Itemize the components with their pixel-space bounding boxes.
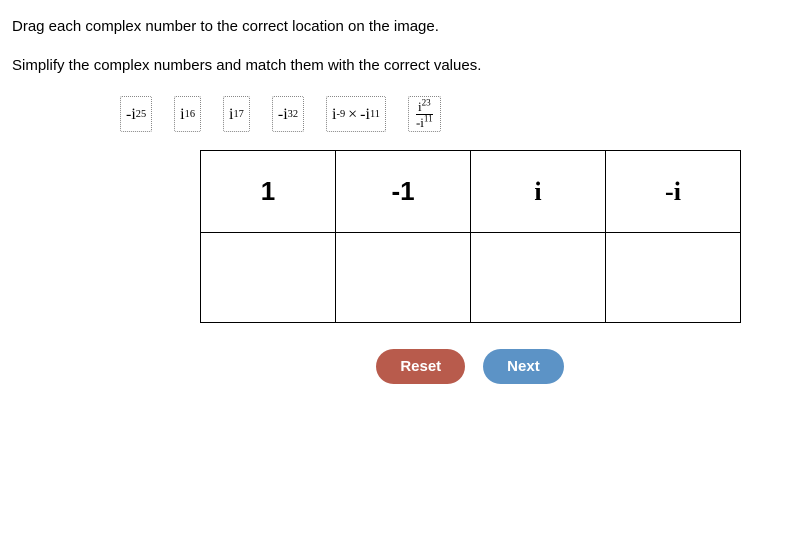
reset-button[interactable]: Reset (376, 349, 465, 384)
token-op: × (345, 107, 360, 123)
frac-num-exp: 23 (422, 98, 431, 108)
grid-header-neg1: -1 (336, 151, 471, 233)
token-b-base: -i (360, 107, 370, 123)
draggable-tokens-row: -i25 i16 i17 -i32 i-9 × -i11 i23 -i11 (120, 96, 788, 132)
drop-cell-neg1[interactable] (336, 233, 471, 323)
drop-cell-i[interactable] (471, 233, 606, 323)
grid-header-i: i (471, 151, 606, 233)
next-button[interactable]: Next (483, 349, 564, 384)
token-base: -i (278, 107, 288, 123)
token-neg-i-32[interactable]: -i32 (272, 96, 304, 132)
frac-den-base: -i (416, 115, 424, 130)
drop-cell-1[interactable] (201, 233, 336, 323)
grid-header-1: 1 (201, 151, 336, 233)
drop-cell-neg-i[interactable] (606, 233, 741, 323)
drop-grid: 1 -1 i -i (200, 150, 741, 323)
grid-drop-row (201, 233, 741, 323)
grid-header-row: 1 -1 i -i (201, 151, 741, 233)
token-base: -i (126, 107, 136, 123)
token-i-17[interactable]: i17 (223, 96, 250, 132)
instruction-line-1: Drag each complex number to the correct … (12, 18, 788, 35)
frac-den-exp: 11 (424, 114, 433, 124)
token-i-16[interactable]: i16 (174, 96, 201, 132)
button-row: Reset Next (152, 349, 788, 384)
token-neg-i-25[interactable]: -i25 (120, 96, 152, 132)
token-fraction[interactable]: i23 -i11 (408, 96, 441, 132)
instruction-line-2: Simplify the complex numbers and match t… (12, 57, 788, 74)
grid-header-neg-i: -i (606, 151, 741, 233)
token-base: i (180, 107, 184, 123)
token-product[interactable]: i-9 × -i11 (326, 96, 386, 132)
drop-grid-wrap: 1 -1 i -i (200, 150, 788, 323)
